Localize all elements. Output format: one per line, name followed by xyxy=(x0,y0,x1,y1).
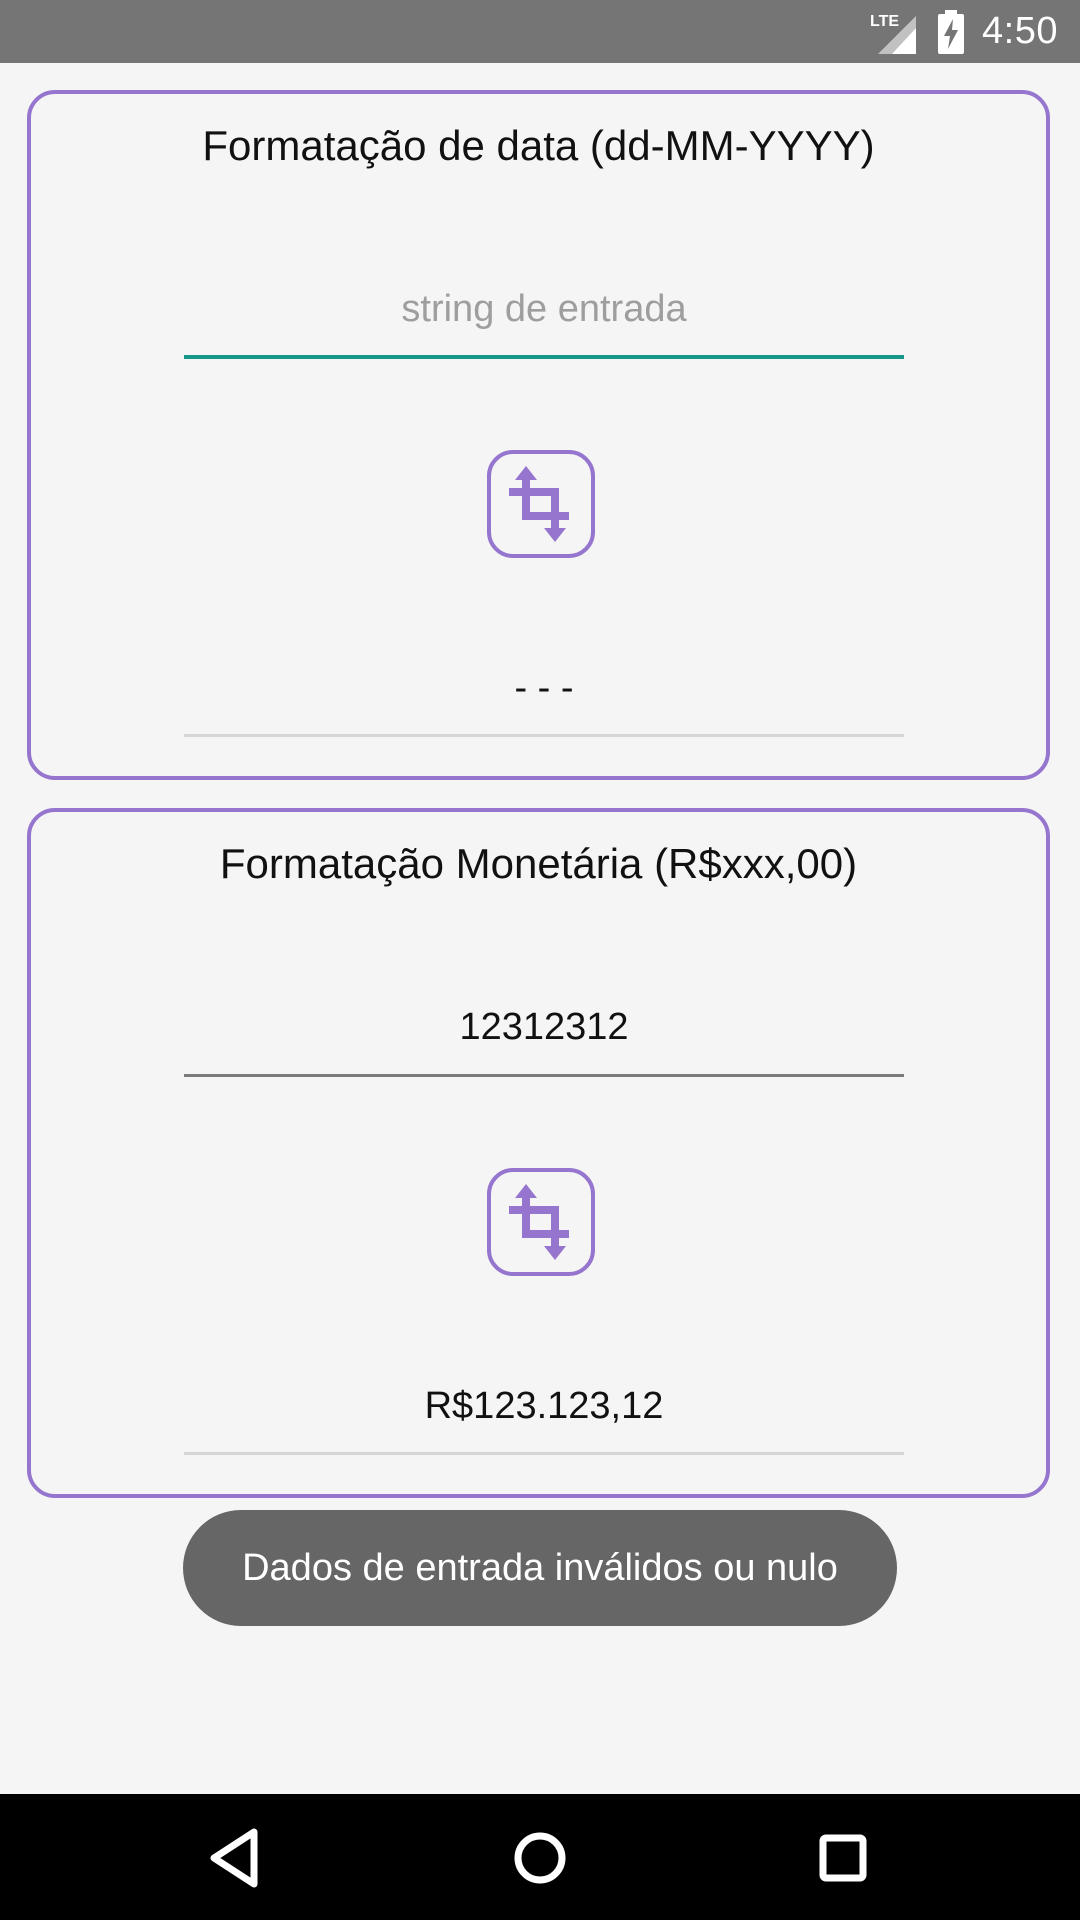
currency-format-card: Formatação Monetária (R$xxx,00) 12312312… xyxy=(27,808,1050,1498)
toast-message: Dados de entrada inválidos ou nulo xyxy=(183,1510,897,1626)
currency-output-field: R$123.123,12 xyxy=(184,1360,904,1455)
svg-text:LTE: LTE xyxy=(870,13,899,30)
back-icon[interactable] xyxy=(196,1818,276,1898)
home-icon[interactable] xyxy=(500,1818,580,1898)
recents-icon[interactable] xyxy=(803,1818,883,1898)
battery-charging-icon xyxy=(938,9,965,54)
status-bar: LTE 4:50 xyxy=(0,0,1080,63)
lte-signal-icon: LTE xyxy=(870,13,917,54)
date-output-field: - - - xyxy=(184,642,904,737)
card-title: Formatação Monetária (R$xxx,00) xyxy=(219,840,858,887)
transform-icon xyxy=(509,1184,569,1260)
card-title: Formatação de data (dd-MM-YYYY) xyxy=(202,122,875,169)
date-format-card: Formatação de data (dd-MM-YYYY) string d… xyxy=(27,90,1050,780)
convert-currency-button[interactable] xyxy=(487,1168,595,1276)
currency-input-field[interactable]: 12312312 xyxy=(184,982,904,1077)
navigation-bar xyxy=(0,1794,1080,1920)
clock: 4:50 xyxy=(982,10,1058,52)
date-input-field[interactable]: string de entrada xyxy=(184,264,904,359)
transform-icon xyxy=(509,466,569,542)
convert-date-button[interactable] xyxy=(487,450,595,558)
